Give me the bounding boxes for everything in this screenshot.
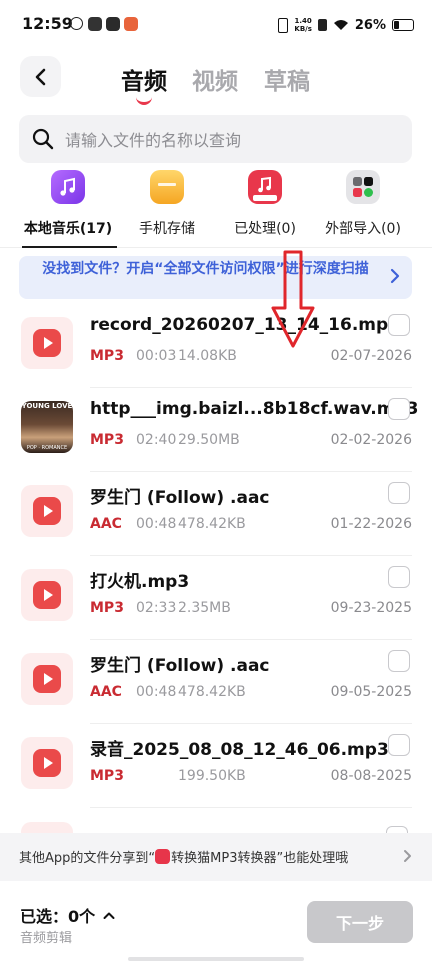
file-name: 罗生门 (Follow) .aac [90, 656, 270, 676]
file-date: 02-07-2026 [330, 348, 412, 364]
file-date: 09-23-2025 [330, 600, 412, 616]
album-cover-subtext: POP · ROMANCE [26, 445, 68, 451]
search-box[interactable] [19, 115, 412, 165]
status-bar: 12:59 1.40 KB/s 26% [0, 0, 432, 50]
file-format: AAC [90, 684, 122, 700]
file-checkbox[interactable] [388, 650, 410, 672]
file-date: 09-05-2025 [330, 684, 412, 700]
list-item[interactable]: 打火机.mp3 MP3 02:33 2.35MB 09-23-2025 [0, 556, 432, 640]
tab-audio[interactable]: 音频 [121, 62, 167, 96]
category-phone-storage[interactable]: 手机存储 [113, 170, 221, 250]
banner-text: 没找到文件？开启“全部文件访问权限”进行深度扫描 [42, 261, 369, 277]
album-cover-text: YOUNG LOVE [21, 402, 73, 410]
play-notification-icon [106, 17, 120, 31]
list-item[interactable]: 录音_2025_08_08_12_46_06.mp3 MP3 199.50KB 08-… [0, 724, 432, 808]
mp3-app-icon [248, 170, 282, 204]
audio-file-icon [21, 569, 73, 621]
file-size: 199.50KB [178, 768, 246, 784]
category-label: 手机存储 [139, 221, 195, 237]
category-label: 外部导入(0) [325, 221, 401, 237]
file-name: 录音_2025_08_08_12_46_06.mp3 [90, 740, 389, 760]
file-format: MP3 [90, 432, 124, 448]
category-external-import[interactable]: 外部导入(0) [309, 170, 417, 250]
music-note-icon [51, 170, 85, 204]
back-button[interactable] [20, 56, 61, 97]
file-name: 打火机.mp3 [90, 572, 190, 592]
apps-grid-icon [346, 170, 380, 204]
file-checkbox[interactable] [388, 734, 410, 756]
chevron-left-icon [35, 68, 45, 85]
file-name: http___img.baizl...8b18cf.wav.mp3 [90, 399, 419, 419]
audio-file-icon [21, 737, 73, 789]
annotation-arrow-icon [271, 250, 315, 348]
battery-icon [392, 19, 414, 31]
list-item[interactable]: record_20260207_13_14_16.mp3 MP3 00:03 14.0… [0, 304, 432, 388]
file-duration: 00:03 [136, 348, 177, 364]
file-size: 14.08KB [178, 348, 237, 364]
file-format: MP3 [90, 768, 124, 784]
album-cover-thumbnail: YOUNG LOVE POP · ROMANCE [21, 401, 73, 453]
category-label: 本地音乐(17) [23, 221, 113, 237]
status-right: 1.40 KB/s 26% [278, 14, 414, 36]
status-time: 12:59 [22, 14, 73, 33]
list-item[interactable]: 罗生门 (Follow) .aac AAC 00:48 478.42KB 09-05-2… [0, 640, 432, 724]
file-checkbox[interactable] [388, 314, 410, 336]
file-checkbox[interactable] [388, 398, 410, 420]
file-name: record_20260207_13_14_16.mp3 [90, 315, 400, 335]
file-duration: 02:33 [136, 600, 177, 616]
file-name: 罗生门 (Follow) .aac [90, 488, 270, 508]
file-duration: 00:48 [136, 684, 177, 700]
list-item[interactable]: 罗生门 (Follow) .aac AAC 00:48 478.42KB 01-22-2… [0, 472, 432, 556]
file-date: 02-02-2026 [330, 432, 412, 448]
share-hint-bar[interactable]: 其他App的文件分享到“ 转换猫MP3转换器”也能处理哦 [0, 833, 432, 881]
file-format: MP3 [90, 348, 124, 364]
active-category-indicator [22, 246, 117, 248]
shop-notification-icon [124, 17, 138, 31]
active-tab-indicator [136, 94, 152, 105]
no-sim-icon [317, 19, 327, 31]
file-duration: 02:40 [136, 432, 177, 448]
category-processed[interactable]: 已处理(0) [211, 170, 319, 250]
selected-count[interactable]: 已选：0个 [20, 903, 115, 927]
cloud-notification-icon [70, 17, 83, 30]
audio-file-icon [21, 485, 73, 537]
next-step-button[interactable]: 下一步 [307, 901, 413, 943]
row-divider [90, 807, 412, 808]
category-local-music[interactable]: 本地音乐(17) [14, 170, 122, 250]
permission-banner[interactable]: 没找到文件？开启“全部文件访问权限”进行深度扫描 [19, 256, 412, 299]
wifi-icon [333, 20, 348, 30]
file-format: MP3 [90, 600, 124, 616]
file-date: 08-08-2025 [330, 768, 412, 784]
file-size: 478.42KB [178, 684, 246, 700]
file-size: 2.35MB [178, 600, 231, 616]
file-size: 29.50MB [178, 432, 240, 448]
list-item[interactable]: YOUNG LOVE POP · ROMANCE http___img.baizl.… [0, 388, 432, 472]
file-checkbox[interactable] [388, 482, 410, 504]
footer: 已选：0个 音频剪辑 下一步 [0, 881, 432, 964]
category-label: 已处理(0) [234, 221, 296, 237]
audio-edit-label: 音频剪辑 [20, 931, 73, 946]
file-duration: 00:48 [136, 516, 177, 532]
file-checkbox[interactable] [388, 566, 410, 588]
search-input[interactable] [63, 115, 397, 165]
network-speed: 1.40 KB/s [294, 17, 312, 33]
app-notification-icon [88, 17, 102, 31]
file-size: 478.42KB [178, 516, 246, 532]
home-indicator [128, 957, 304, 961]
audio-file-icon [21, 653, 73, 705]
tab-video[interactable]: 视频 [192, 62, 238, 96]
chevron-right-icon [390, 268, 400, 284]
file-format: AAC [90, 516, 122, 532]
tab-drafts[interactable]: 草稿 [264, 62, 310, 96]
search-icon [32, 128, 54, 150]
chevron-right-icon [404, 850, 411, 862]
audio-file-icon [21, 317, 73, 369]
share-hint-text: 其他App的文件分享到“ 转换猫MP3转换器”也能处理哦 [19, 849, 349, 866]
converter-app-logo-icon [155, 849, 171, 864]
folder-icon [150, 170, 184, 204]
vibrate-icon [278, 17, 289, 33]
battery-percentage: 26% [354, 17, 386, 33]
chevron-up-icon [103, 912, 115, 919]
file-date: 01-22-2026 [330, 516, 412, 532]
